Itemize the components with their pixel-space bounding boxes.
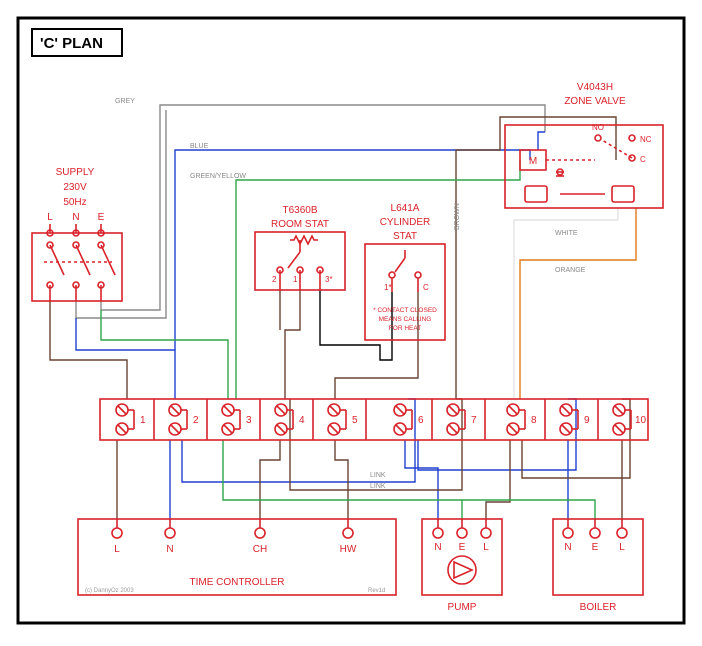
junction-strip: 1 2 3 4 5 6 7 8 9 10 [100,399,648,440]
boiler-E: E [592,542,599,553]
zonevalve-nc: NC [640,135,652,144]
footer-rev: Rev1d [368,588,385,594]
wire-noop [538,132,545,150]
wire-green-boilerE [462,500,595,519]
supply-term-L: L [47,212,53,223]
roomstat-t2: 2 [272,275,277,284]
zonevalve-c: C [640,155,646,164]
wire-grey-n [76,110,166,318]
cylstat-note1: * CONTACT CLOSED [373,307,437,314]
cylstat-label1: CYLINDER [380,217,431,228]
pump-N: N [434,542,441,553]
wire-brown-J4-roomstat1 [285,290,300,399]
wire-blue-supplyN-J2 [76,318,175,399]
wire-green-zonevalve [236,160,520,399]
tc-N: N [166,544,173,555]
wire-blue-label: BLUE [190,143,209,150]
link-label-a: LINK [370,472,386,479]
j-6: 6 [418,415,424,426]
roomstat-label: ROOM STAT [271,219,329,230]
cylstat-block: L641A CYLINDER STAT 1* C * CONTACT CLOSE… [365,203,445,340]
wire-black-roomstat3-cyl1 [320,290,392,360]
supply-label: SUPPLY [56,167,95,178]
j-5: 5 [352,415,358,426]
j-4: 4 [299,415,305,426]
j-7: 7 [471,415,477,426]
tc-CH: CH [253,544,267,555]
wire-green-J3-pumpE [223,440,462,519]
supply-block: SUPPLY 230V 50Hz L N E [32,167,122,301]
wire-brown-timerHW-J5 [335,440,348,519]
cylstat-tc: C [423,283,429,292]
zonevalve-no: NO [592,123,604,132]
pump-L: L [483,542,489,553]
zonevalve-label: ZONE VALVE [564,96,626,107]
supply-term-E: E [98,212,105,223]
wire-white-label: WHITE [555,230,578,237]
pump-E: E [459,542,466,553]
cylstat-note2: MEANS CALLING [379,316,432,323]
wire-brown-J8-pumpL [486,440,510,519]
supply-freq: 50Hz [63,197,86,208]
wire-brown-timerCH-J4 [260,440,280,519]
link-label-b: LINK [370,483,386,490]
tc-L: L [114,544,120,555]
wire-link-6-9 [418,399,576,470]
roomstat-model: T6360B [282,205,317,216]
footer-copyright: (c) DannyOz 2003 [85,588,134,594]
boiler-N: N [564,542,571,553]
cylstat-note3: FOR HEAT [389,325,421,332]
cylstat-label2: STAT [393,231,417,242]
wire-orange-label: ORANGE [555,267,586,274]
j-1: 1 [140,415,146,426]
junction-box [100,399,648,440]
j-10: 10 [635,415,647,426]
cylstat-model: L641A [391,203,420,214]
zonevalve-block: V4043H ZONE VALVE M NO NC C [505,82,663,208]
supply-box [32,233,122,301]
zonevalve-model: V4043H [577,82,613,93]
boiler-L: L [619,542,625,553]
boiler-label: BOILER [580,602,617,613]
diagram-title: 'C' PLAN [40,35,103,52]
j-9: 9 [584,415,590,426]
supply-term-N: N [72,212,79,223]
wire-grey-label: GREY [115,98,135,105]
roomstat-block: T6360B ROOM STAT 2 1 3* [255,205,345,290]
wire-orange-zv-J8 [520,208,636,399]
timecontroller-block: L N CH HW TIME CONTROLLER (c) DannyOz 20… [78,519,396,595]
cylstat-t1: 1* [384,283,392,292]
boiler-block: N E L BOILER [553,519,643,613]
j-3: 3 [246,415,252,426]
wire-green-label: GREEN/YELLOW [190,173,246,180]
zonevalve-m: M [529,156,537,167]
wire-blue-J6-pumpN [405,440,438,519]
wire-grey [101,105,545,310]
wire-green-supplyE-J3 [101,310,228,399]
roomstat-t3: 3* [325,275,333,284]
pump-block: N E L PUMP [422,519,502,613]
supply-voltage: 230V [63,182,87,193]
boiler-box [553,519,643,595]
wire-brown-label: BROWN [454,203,461,230]
tc-HW: HW [340,544,357,555]
j-2: 2 [193,415,199,426]
pump-label: PUMP [448,602,477,613]
outer-frame [18,18,684,623]
j-8: 8 [531,415,537,426]
roomstat-t1: 1 [293,275,298,284]
tc-label: TIME CONTROLLER [189,577,284,588]
